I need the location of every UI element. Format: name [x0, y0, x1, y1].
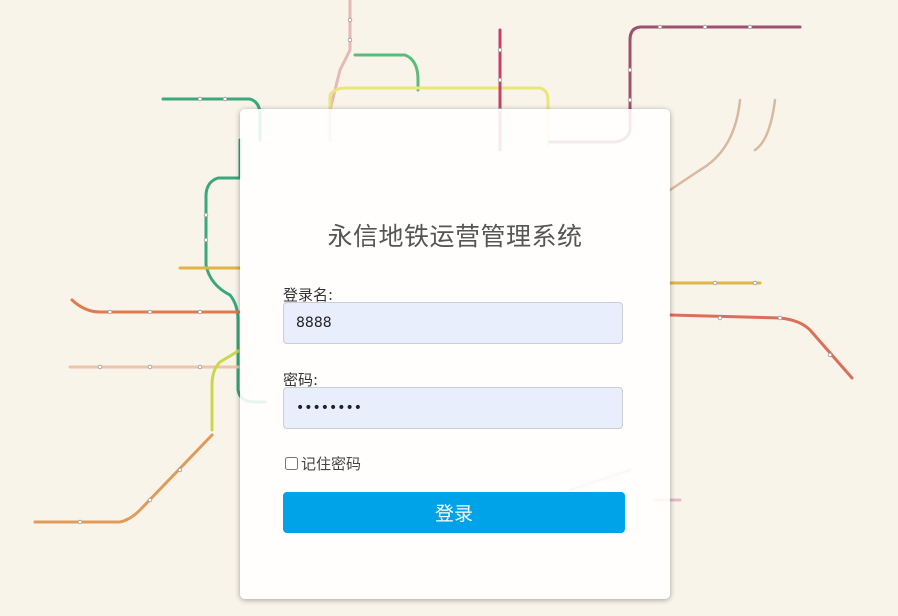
map-line-coral — [668, 313, 854, 380]
login-button[interactable]: 登录 — [283, 492, 625, 533]
remember-password-label: 记住密码 — [301, 455, 362, 473]
remember-password-checkbox[interactable] — [285, 457, 298, 470]
map-line-tan — [668, 98, 777, 192]
map-line-orange-bottom — [33, 433, 214, 524]
remember-password[interactable]: 记住密码 — [285, 453, 361, 474]
map-line-green-top — [353, 53, 420, 92]
password-input[interactable] — [283, 387, 623, 429]
username-input[interactable] — [283, 302, 623, 344]
map-line-lime — [210, 348, 242, 432]
login-card: 永信地铁运营管理系统 登录名: 密码: 记住密码 登录 — [240, 109, 670, 599]
map-line-orange-left — [70, 298, 242, 314]
app-title: 永信地铁运营管理系统 — [327, 222, 583, 251]
